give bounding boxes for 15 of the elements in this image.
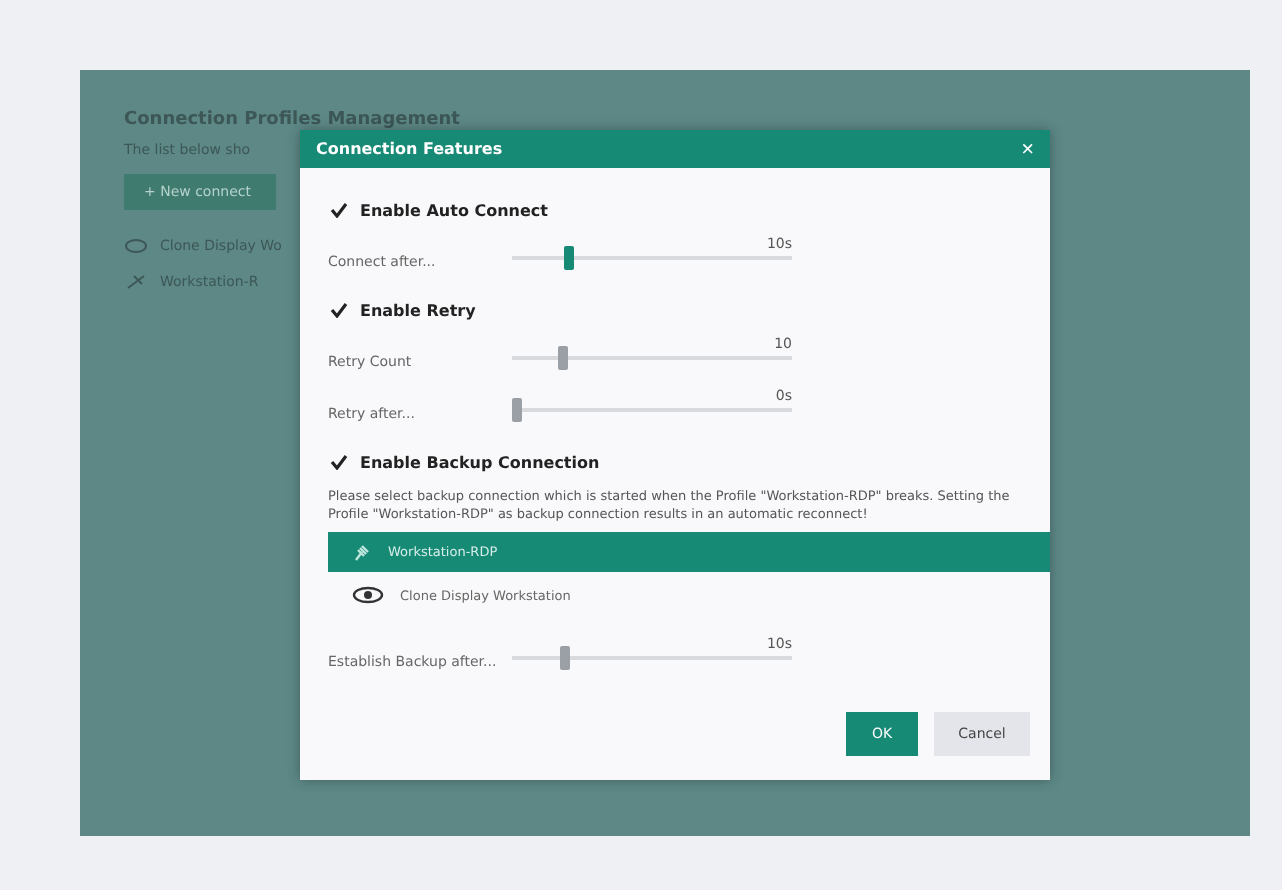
section-label: Enable Auto Connect <box>360 201 548 219</box>
checkbox[interactable] <box>328 300 348 320</box>
close-button[interactable]: × <box>1021 137 1034 161</box>
checkmark-icon <box>329 454 347 470</box>
slider-thumb[interactable] <box>563 246 574 270</box>
slider-thumb[interactable] <box>560 645 571 670</box>
checkbox[interactable] <box>328 452 348 472</box>
checkbox[interactable] <box>328 200 348 220</box>
checkmark-icon <box>329 302 347 318</box>
section-label: Enable Backup Connection <box>360 453 600 471</box>
section-label: Enable Retry <box>360 301 476 319</box>
checkmark-icon <box>329 202 347 218</box>
dialog-title: Connection Features <box>316 140 503 158</box>
slider-thumb[interactable] <box>557 346 568 370</box>
slider-thumb[interactable] <box>512 398 522 422</box>
